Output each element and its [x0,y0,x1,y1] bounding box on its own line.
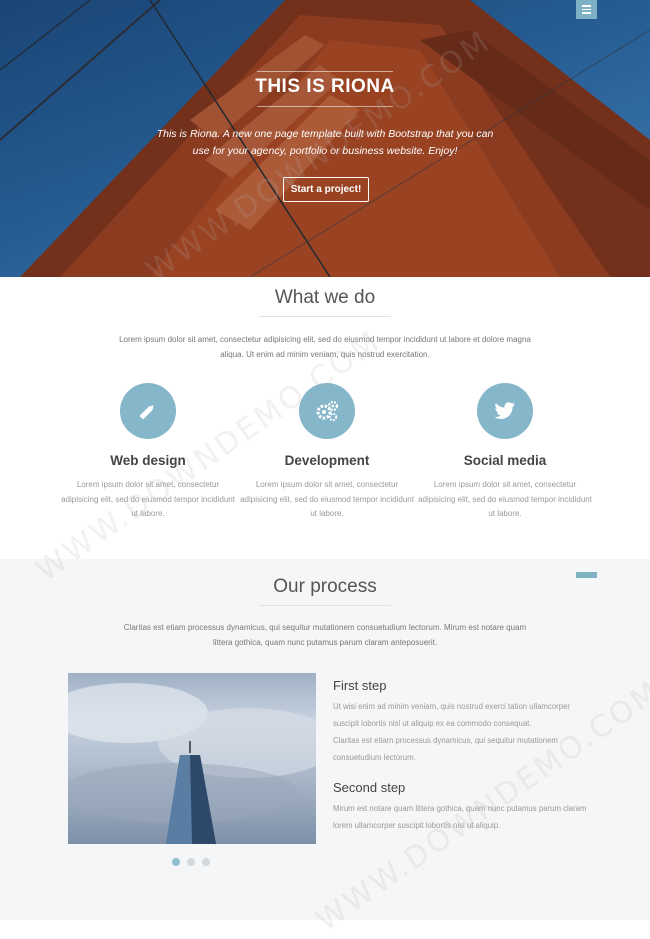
process-step-second: Second step Mirum est notare quam litter… [333,780,588,834]
process-slide-image [68,673,316,844]
service-social-media: Social media Lorem ipsum dolor sit amet,… [415,383,595,522]
hero-section: THIS IS RIONA This is Riona. A new one p… [0,0,650,277]
hero-subtitle: This is Riona. A new one page template b… [156,128,494,157]
hero-title-rule-top [257,71,393,72]
what-we-do-title: What we do [274,287,376,308]
slider-dot-2[interactable] [187,858,195,866]
service-text: Lorem ipsum dolor sit amet, consectetur … [418,480,592,518]
step-title: Second step [333,780,406,795]
hamburger-menu-button[interactable] [576,0,597,19]
service-title: Development [284,453,370,468]
slider-dot-1[interactable] [172,858,180,866]
our-process-title: Our process [273,576,377,597]
service-web-design: Web design Lorem ipsum dolor sit amet, c… [58,383,238,522]
gears-icon [299,383,355,439]
service-text: Lorem ipsum dolor sit amet, consectetur … [240,480,414,518]
what-we-do-intro: Lorem ipsum dolor sit amet, consectetur … [119,335,531,359]
pencil-icon [120,383,176,439]
our-process-intro: Claritas est etiam processus dynamicus, … [123,623,527,647]
slider-pagination [172,858,210,866]
what-we-do-rule [259,316,391,317]
step-title: First step [333,678,387,693]
service-text: Lorem ipsum dolor sit amet, consectetur … [61,480,235,518]
hero-title: THIS IS RIONA [255,76,395,97]
step-text: Ut wisi enim ad minim veniam, quis nostr… [333,702,571,728]
our-process-rule [259,605,391,606]
what-we-do-section: What we do Lorem ipsum dolor sit amet, c… [0,277,650,559]
service-title: Social media [463,453,547,468]
service-development: Development Lorem ipsum dolor sit amet, … [237,383,417,522]
twitter-icon [477,383,533,439]
slider-dot-3[interactable] [202,858,210,866]
step-text: Claritas est etiam processus dynamicus, … [333,736,558,762]
hamburger-icon [582,5,591,7]
service-title: Web design [110,453,186,468]
step-text: Mirum est notare quam littera gothica, q… [333,804,587,830]
hero-title-rule-bottom [257,106,393,107]
start-project-button[interactable]: Start a project! [283,177,369,202]
process-step-first: First step Ut wisi enim ad minim veniam,… [333,678,588,766]
our-process-section: Our process Claritas est etiam processus… [0,559,650,920]
